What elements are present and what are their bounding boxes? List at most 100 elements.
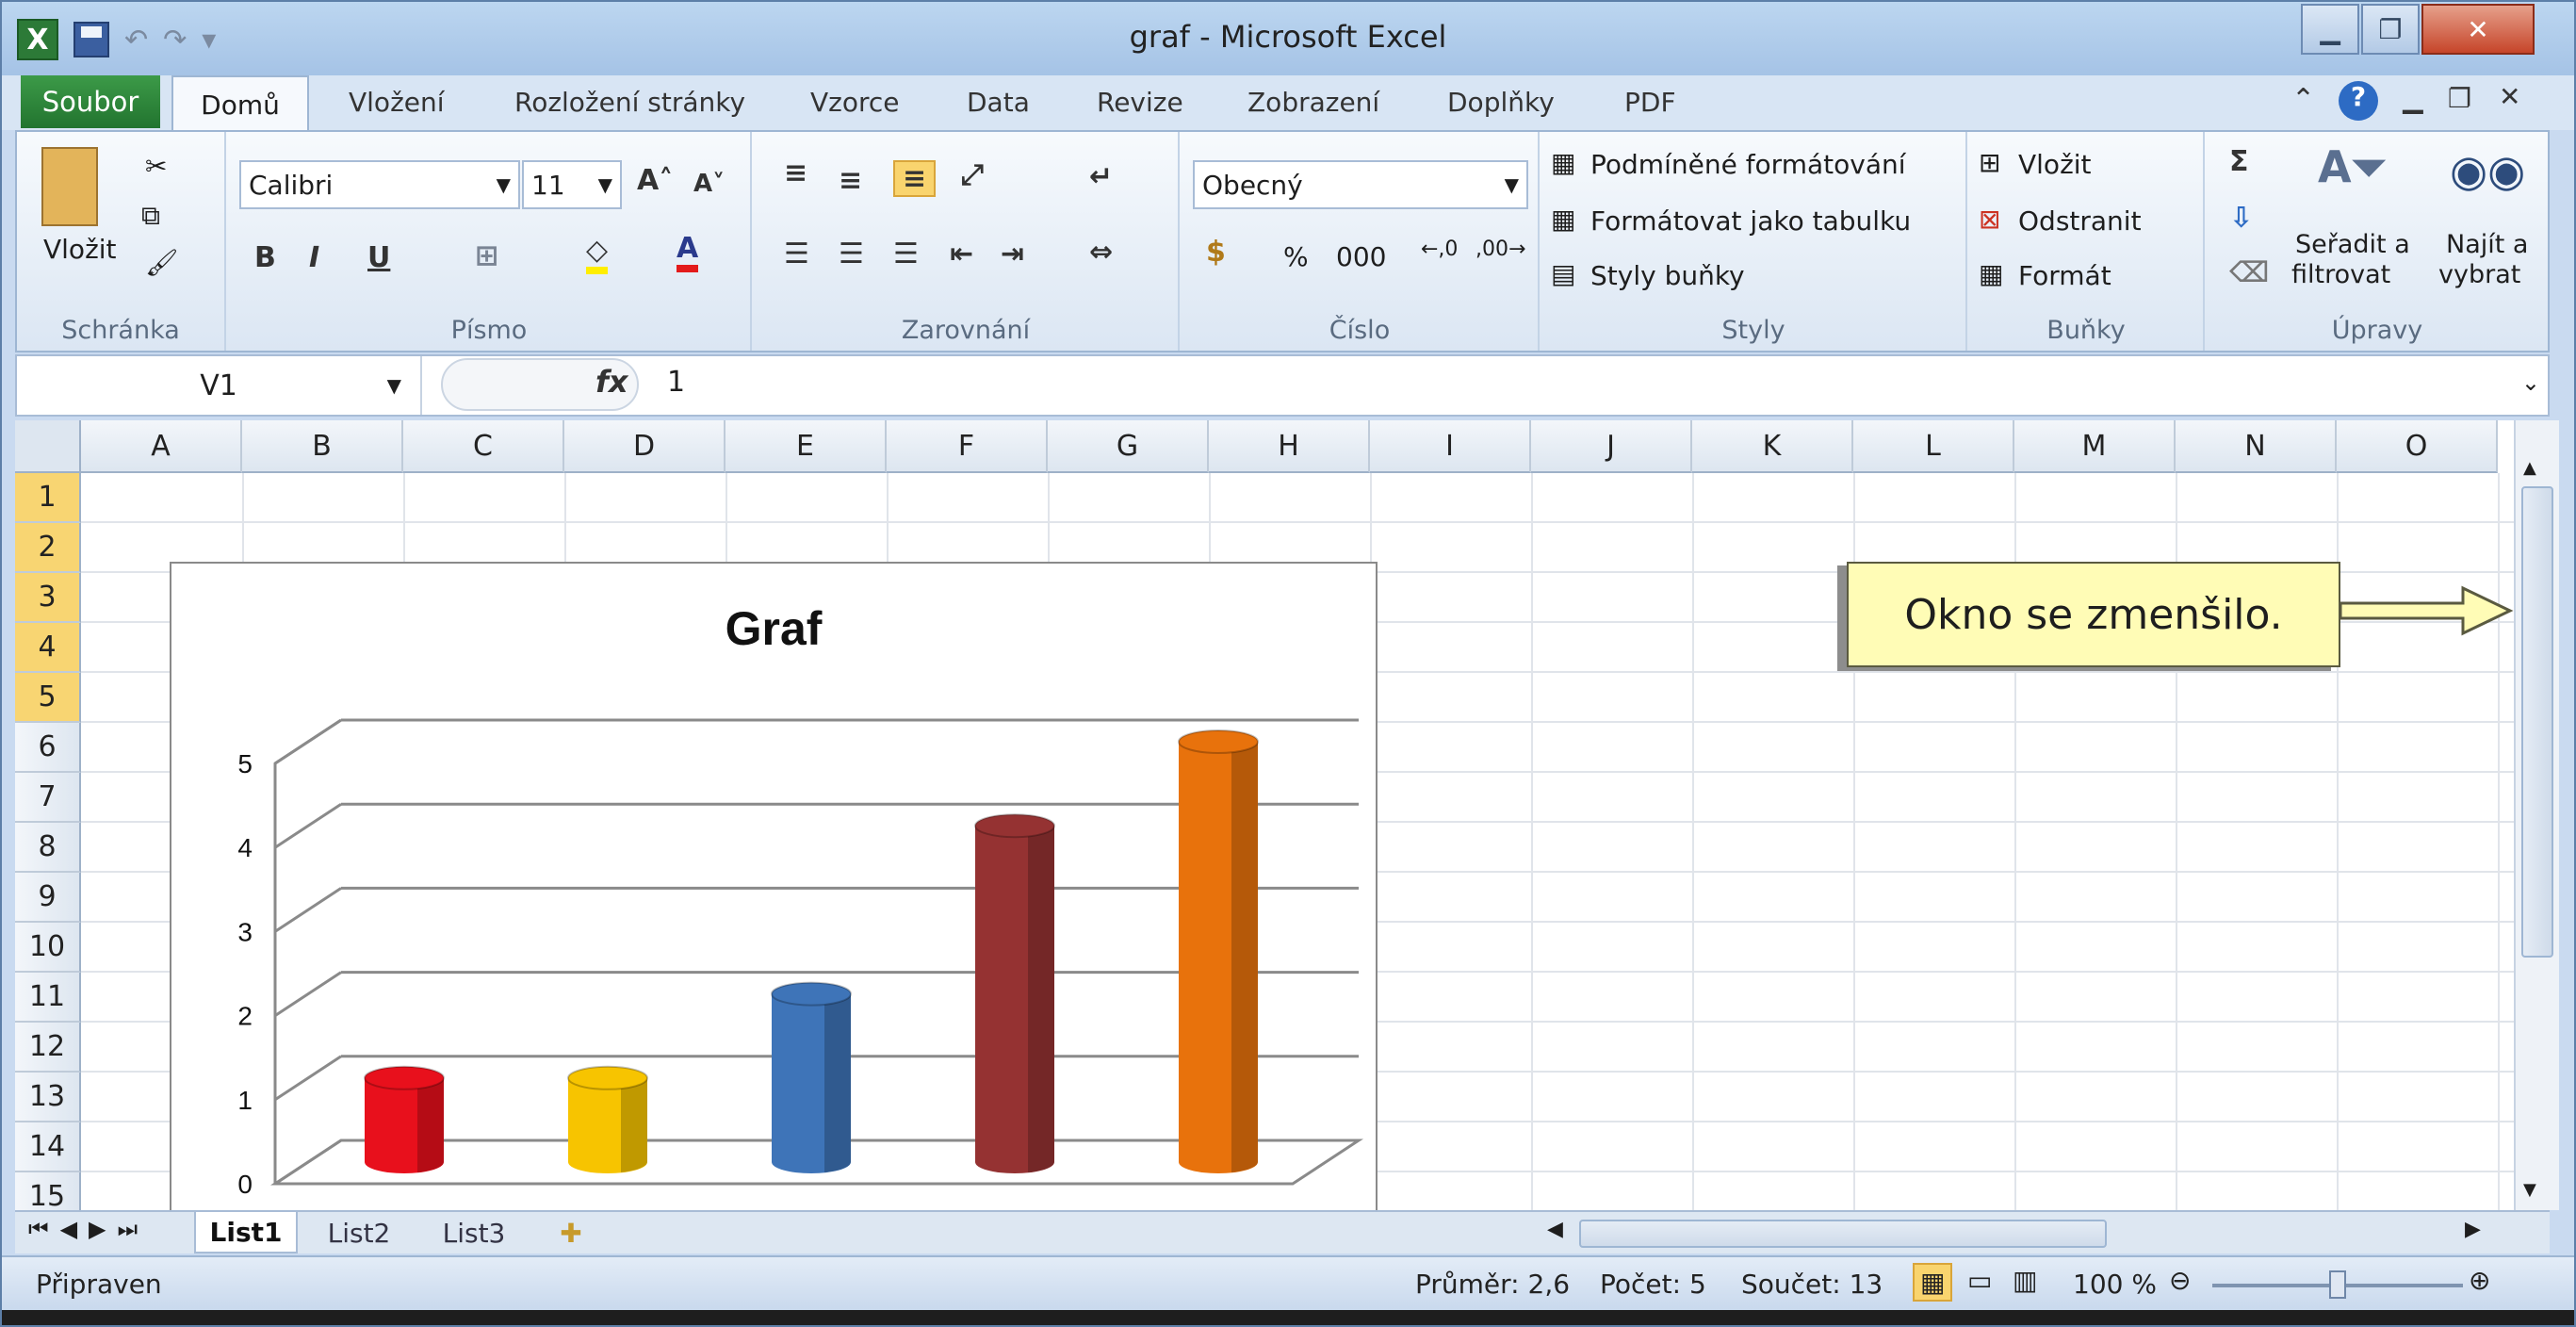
chart-bar[interactable] bbox=[567, 1065, 648, 1173]
name-box[interactable]: V1 ▼ bbox=[17, 356, 422, 415]
collapse-ribbon-icon[interactable]: ⌃ bbox=[2291, 83, 2315, 116]
format-as-table-button[interactable]: Formátovat jako tabulku bbox=[1590, 205, 1911, 237]
row-header-7[interactable]: 7 bbox=[15, 773, 81, 823]
select-all-corner[interactable] bbox=[15, 420, 81, 473]
row-header-10[interactable]: 10 bbox=[15, 923, 81, 973]
sort-filter-label-2[interactable]: filtrovat bbox=[2291, 260, 2390, 289]
decrease-decimal-icon[interactable]: ,00→ bbox=[1475, 238, 1525, 261]
grow-font-icon[interactable]: A˄ bbox=[637, 164, 673, 197]
page-layout-view-icon[interactable]: ▭ bbox=[1967, 1265, 1992, 1296]
italic-button[interactable]: I bbox=[309, 241, 319, 274]
column-header-i[interactable]: I bbox=[1370, 420, 1531, 473]
sheet-tab-list2[interactable]: List2 bbox=[307, 1212, 411, 1253]
tab-review[interactable]: Revize bbox=[1097, 87, 1183, 118]
row-header-15[interactable]: 15 bbox=[15, 1172, 81, 1210]
zoom-slider-thumb[interactable] bbox=[2329, 1270, 2346, 1299]
increase-decimal-icon[interactable]: ←,0 bbox=[1421, 238, 1458, 261]
align-left-icon[interactable]: ☰ bbox=[784, 238, 809, 270]
column-header-l[interactable]: L bbox=[1853, 420, 2014, 473]
insert-cells-button[interactable]: Vložit bbox=[2018, 149, 2092, 180]
sheet-tab-list1[interactable]: List1 bbox=[194, 1212, 298, 1253]
tab-formulas[interactable]: Vzorce bbox=[810, 87, 900, 118]
close-icon[interactable]: ✕ bbox=[2421, 4, 2535, 55]
fill-icon[interactable]: ⇩ bbox=[2229, 202, 2253, 235]
font-size-select[interactable]: 11 ▼ bbox=[522, 160, 622, 209]
vertical-scroll-thumb[interactable] bbox=[2521, 486, 2553, 958]
cut-icon[interactable]: ✂ bbox=[145, 151, 167, 182]
chart-bar[interactable] bbox=[364, 1065, 445, 1173]
paste-icon[interactable] bbox=[41, 147, 98, 226]
sort-filter-icon[interactable]: A⏷ bbox=[2318, 141, 2386, 194]
sheet-tab-list3[interactable]: List3 bbox=[422, 1212, 526, 1253]
align-right-icon[interactable]: ☰ bbox=[893, 238, 919, 270]
sort-filter-label-1[interactable]: Seřadit a bbox=[2295, 230, 2410, 259]
conditional-format-icon[interactable]: ▦ bbox=[1551, 147, 1575, 178]
insert-sheet-icon[interactable]: ✚ bbox=[543, 1212, 599, 1253]
format-cells-icon[interactable]: ▦ bbox=[1979, 258, 2003, 289]
sheet-nav-icons[interactable]: ⏮◀▶⏭ bbox=[28, 1216, 149, 1242]
column-header-e[interactable]: E bbox=[726, 420, 887, 473]
row-header-8[interactable]: 8 bbox=[15, 823, 81, 873]
find-select-label-1[interactable]: Najít a bbox=[2446, 230, 2528, 259]
column-header-o[interactable]: O bbox=[2337, 420, 2498, 473]
row-header-5[interactable]: 5 bbox=[15, 673, 81, 723]
row-header-3[interactable]: 3 bbox=[15, 573, 81, 623]
chart[interactable]: Graf 0 1 2 3 4 5 bbox=[170, 562, 1378, 1210]
row-header-13[interactable]: 13 bbox=[15, 1073, 81, 1122]
scroll-right-icon[interactable]: ▶ bbox=[2465, 1218, 2481, 1241]
align-bottom-icon[interactable]: ≡ bbox=[893, 160, 937, 197]
column-header-m[interactable]: M bbox=[2014, 420, 2176, 473]
orientation-icon[interactable]: ⤢ bbox=[961, 158, 984, 191]
column-header-n[interactable]: N bbox=[2176, 420, 2337, 473]
number-format-select[interactable]: Obecný ▼ bbox=[1193, 160, 1528, 209]
insert-cells-icon[interactable]: ⊞ bbox=[1979, 147, 2000, 178]
chart-bar[interactable] bbox=[771, 981, 852, 1173]
bold-button[interactable]: B bbox=[254, 241, 276, 274]
minimize-icon[interactable]: ▁ bbox=[2301, 4, 2359, 55]
cell-styles-button[interactable]: Styly buňky bbox=[1590, 260, 1745, 291]
find-select-icon[interactable]: ◉◉ bbox=[2450, 145, 2525, 196]
delete-cells-icon[interactable]: ⊠ bbox=[1979, 204, 2000, 235]
page-break-view-icon[interactable]: ▥ bbox=[2013, 1265, 2037, 1296]
percent-button[interactable]: % bbox=[1283, 241, 1309, 272]
increase-indent-icon[interactable]: ⇥ bbox=[1001, 238, 1024, 270]
tab-file[interactable]: Soubor bbox=[21, 75, 160, 128]
insert-function-icon[interactable]: fx bbox=[595, 364, 628, 400]
autosum-icon[interactable]: Σ bbox=[2229, 145, 2249, 178]
find-select-label-2[interactable]: vybrat bbox=[2438, 260, 2520, 289]
tab-view[interactable]: Zobrazení bbox=[1247, 87, 1379, 118]
merge-center-icon[interactable]: ⇔ bbox=[1089, 236, 1113, 269]
format-cells-button[interactable]: Formát bbox=[2018, 260, 2111, 291]
doc-close-icon[interactable]: ✕ bbox=[2499, 81, 2520, 112]
row-header-12[interactable]: 12 bbox=[15, 1023, 81, 1073]
row-header-2[interactable]: 2 bbox=[15, 523, 81, 573]
vertical-scrollbar[interactable]: ▲ ▼ bbox=[2514, 420, 2559, 1210]
doc-restore-icon[interactable]: ❐ bbox=[2448, 83, 2471, 114]
formula-input[interactable]: 1 bbox=[667, 366, 685, 399]
zoom-out-icon[interactable]: ⊖ bbox=[2169, 1265, 2191, 1296]
help-icon[interactable]: ? bbox=[2339, 81, 2378, 121]
fill-color-icon[interactable]: ◇ bbox=[586, 234, 609, 274]
tab-data[interactable]: Data bbox=[967, 87, 1030, 118]
scroll-left-icon[interactable]: ◀ bbox=[1547, 1218, 1563, 1241]
horizontal-scroll-thumb[interactable] bbox=[1579, 1220, 2107, 1248]
align-middle-icon[interactable]: ≡ bbox=[839, 164, 862, 197]
tab-page-layout[interactable]: Rozložení stránky bbox=[514, 87, 745, 118]
accounting-format-icon[interactable]: $ bbox=[1206, 236, 1226, 269]
zoom-in-icon[interactable]: ⊕ bbox=[2469, 1265, 2490, 1296]
row-header-1[interactable]: 1 bbox=[15, 473, 81, 523]
chart-bar[interactable] bbox=[974, 813, 1055, 1173]
tab-addins[interactable]: Doplňky bbox=[1447, 87, 1555, 118]
row-header-4[interactable]: 4 bbox=[15, 623, 81, 673]
font-name-select[interactable]: Calibri ▼ bbox=[239, 160, 520, 209]
row-header-6[interactable]: 6 bbox=[15, 723, 81, 773]
scroll-down-icon[interactable]: ▼ bbox=[2523, 1180, 2552, 1200]
thousands-separator-button[interactable]: 000 bbox=[1336, 241, 1386, 272]
row-header-11[interactable]: 11 bbox=[15, 973, 81, 1023]
restore-icon[interactable]: ❐ bbox=[2361, 4, 2420, 55]
scroll-up-icon[interactable]: ▲ bbox=[2523, 458, 2552, 478]
column-header-k[interactable]: K bbox=[1692, 420, 1853, 473]
clear-icon[interactable]: ⌫ bbox=[2229, 256, 2269, 289]
underline-button[interactable]: U bbox=[367, 241, 390, 274]
normal-view-icon[interactable]: ▦ bbox=[1913, 1263, 1953, 1302]
